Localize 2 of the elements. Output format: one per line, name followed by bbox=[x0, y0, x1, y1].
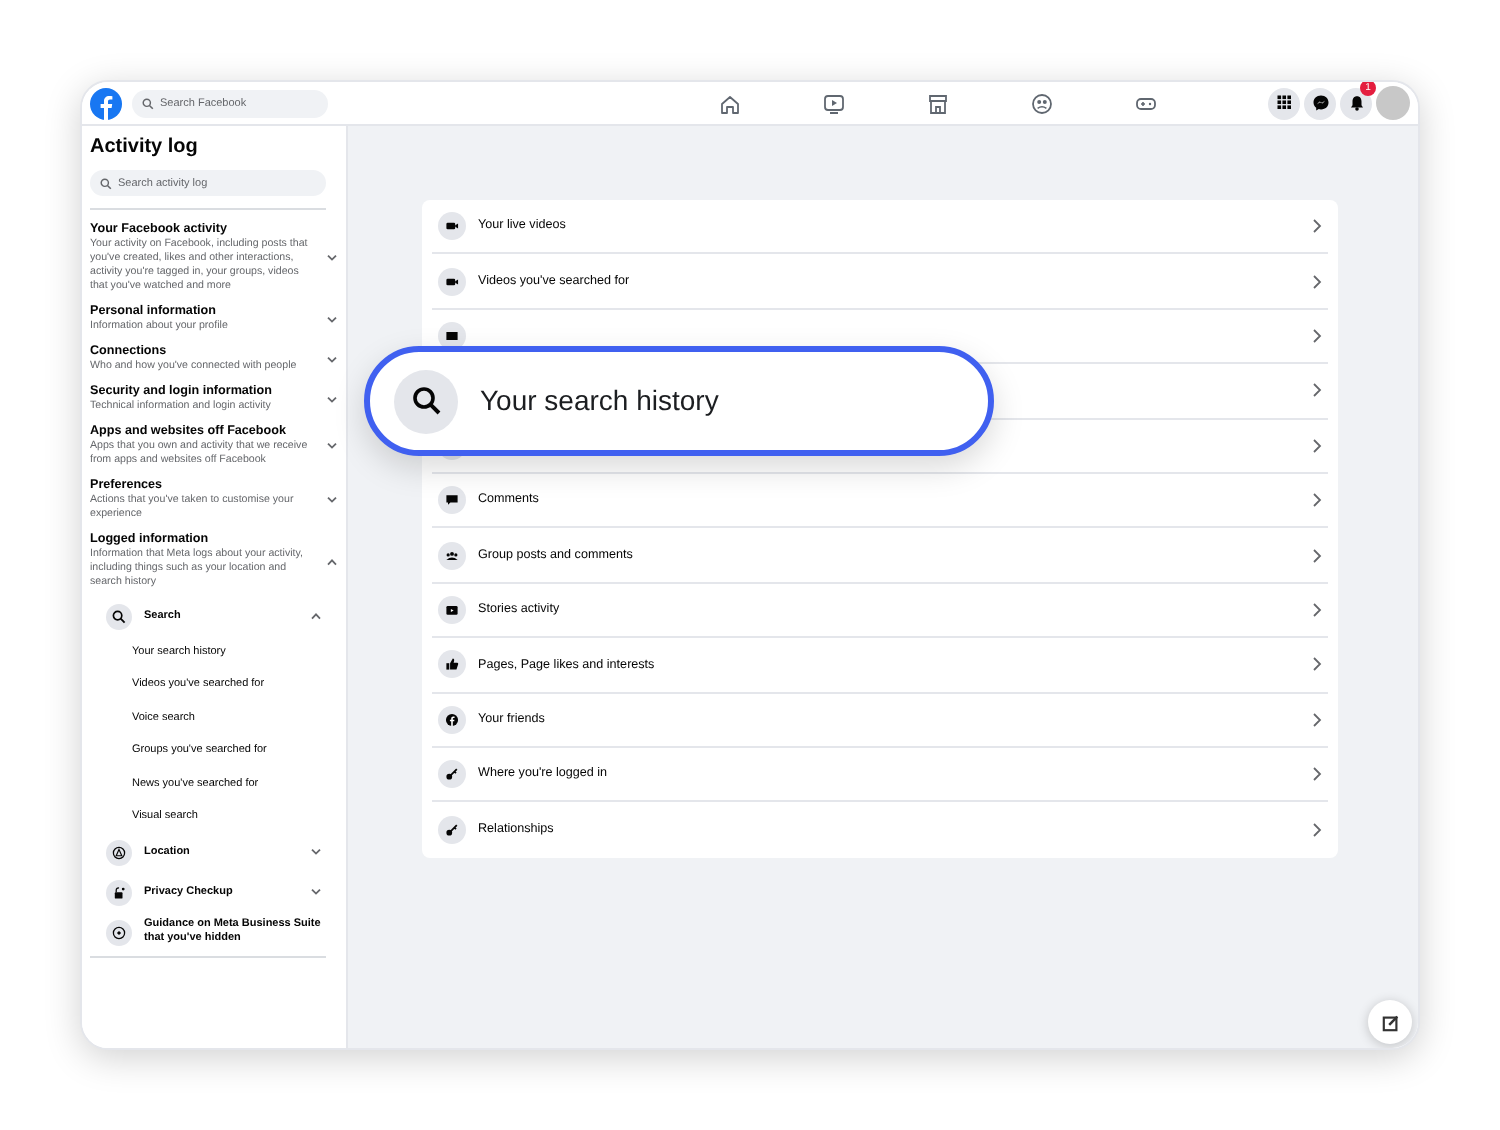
page-title: Activity log bbox=[90, 136, 200, 160]
callout-label: Your search history bbox=[480, 382, 719, 420]
